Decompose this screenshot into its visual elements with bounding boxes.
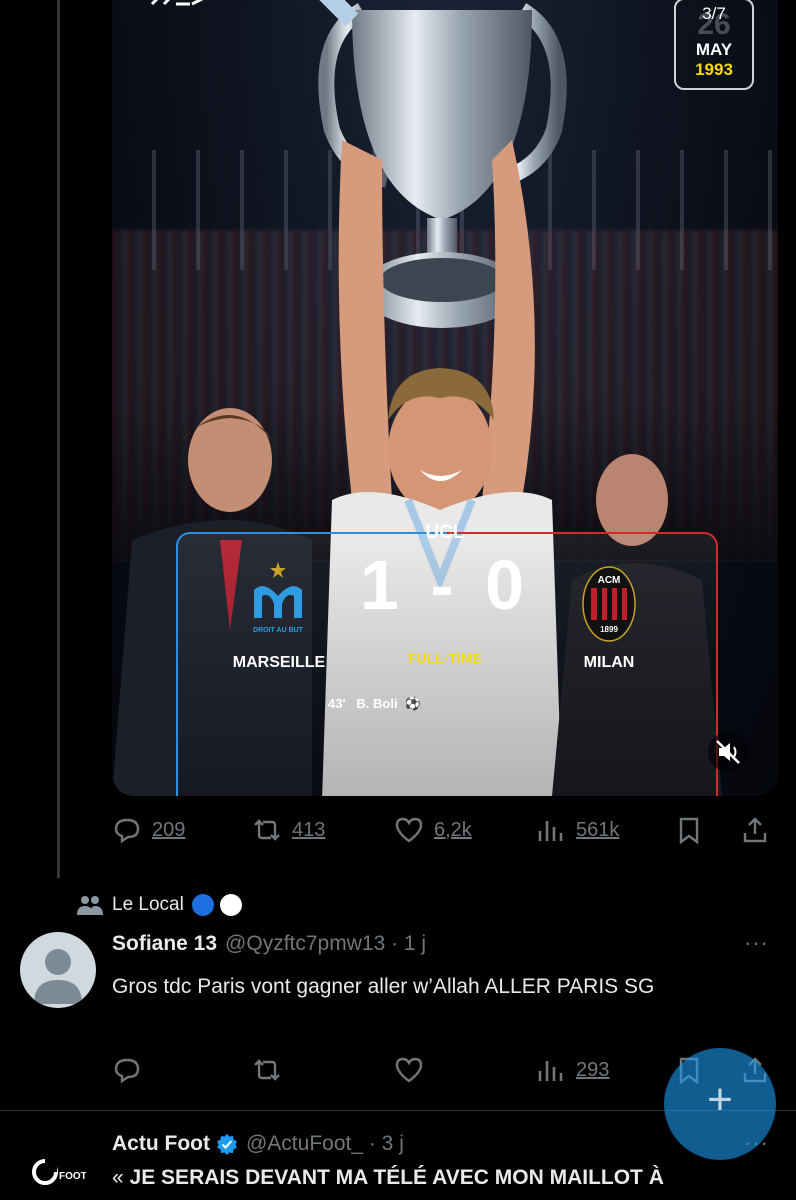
- repost-icon: [254, 819, 280, 841]
- goal-scorer: 43' B. Boli ⚽: [328, 696, 421, 712]
- away-team-name: MILAN: [583, 654, 635, 671]
- mute-button[interactable]: [708, 732, 748, 772]
- reply-header: Sofiane 13 @Qyzftc7pmw13 · 1 j: [112, 932, 426, 956]
- plus-icon: +: [707, 1075, 733, 1124]
- reply-button[interactable]: [112, 1050, 142, 1090]
- actu-foot-avatar[interactable]: FOOT: [32, 1158, 87, 1190]
- like-count: 6,2k: [434, 818, 472, 841]
- svg-text:DROIT AU BUT: DROIT AU BUT: [253, 627, 304, 634]
- reply-icon: [114, 1058, 140, 1084]
- post-action-bar: 209 413 6,2k 561k: [112, 810, 792, 850]
- competition-label: UCL: [425, 522, 465, 543]
- views-button[interactable]: 561k: [536, 810, 619, 850]
- reply-icon: [114, 818, 140, 844]
- reply-count: 209: [152, 818, 186, 841]
- community-context[interactable]: Le Local: [76, 893, 242, 917]
- svg-text:ACM: ACM: [598, 575, 621, 586]
- author-handle[interactable]: @Qyzftc7pmw13 · 1 j: [225, 932, 426, 956]
- white-circle-emoji: [219, 894, 242, 916]
- svg-text:FOOT: FOOT: [59, 1171, 86, 1182]
- date-year: 1993: [695, 60, 733, 79]
- goal-minute: 43': [328, 696, 346, 711]
- slide-counter: 3/7: [702, 4, 726, 23]
- views-button[interactable]: 293: [536, 1050, 609, 1090]
- date-badge: 26 3/7 MAY 1993: [674, 0, 754, 90]
- author-handle[interactable]: @ActuFoot_ · 3 j: [246, 1132, 404, 1156]
- analytics-icon: [538, 1061, 563, 1081]
- repost-button[interactable]: [252, 1050, 282, 1090]
- goal-scorer-name: B. Boli: [356, 696, 398, 711]
- like-button[interactable]: 6,2k: [394, 810, 472, 850]
- bookmark-button[interactable]: [674, 810, 704, 850]
- reply-button[interactable]: 209: [112, 810, 185, 850]
- share-icon: [743, 817, 767, 843]
- repost-icon: [254, 1059, 280, 1081]
- reply-text: Gros tdc Paris vont gagner aller w’Allah…: [112, 975, 655, 998]
- blue-circle-emoji: [191, 894, 214, 916]
- actu-foot-logo: FOOT: [32, 1158, 87, 1185]
- default-avatar-icon: [34, 949, 82, 1004]
- views-count: 293: [576, 1058, 610, 1081]
- match-score: 1 - 0: [359, 546, 531, 624]
- repost-count: 413: [292, 818, 326, 841]
- speaker-muted-icon: [716, 740, 740, 764]
- author-name[interactable]: Actu Foot: [112, 1132, 210, 1156]
- quote-mark: «: [112, 1166, 124, 1189]
- bookmark-icon: [679, 817, 699, 845]
- people-icon: [77, 896, 103, 915]
- home-team-name: MARSEILLE: [232, 654, 326, 671]
- date-month: MAY: [695, 40, 733, 59]
- more-options-button[interactable]: ···: [744, 930, 769, 956]
- next-tweet-text: « JE SERAIS DEVANT MA TÉLÉ AVEC MON MAIL…: [112, 1166, 664, 1190]
- author-name[interactable]: Sofiane 13: [112, 932, 217, 956]
- avatar[interactable]: [20, 932, 96, 1008]
- views-count: 561k: [576, 818, 620, 841]
- verified-badge-icon: [216, 1134, 237, 1155]
- next-tweet-body: JE SERAIS DEVANT MA TÉLÉ AVEC MON MAILLO…: [129, 1166, 664, 1189]
- post-media[interactable]: 26 3/7 MAY 1993 UCL 1 - 0 FULL-TIME DROI…: [112, 0, 778, 796]
- brand-logo: [150, 0, 204, 6]
- next-tweet-header: Actu Foot @ActuFoot_ · 3 j: [112, 1132, 404, 1156]
- ball-icon: ⚽: [404, 696, 421, 711]
- share-button[interactable]: [740, 810, 770, 850]
- heart-icon: [395, 817, 423, 843]
- community-label: Le Local: [112, 894, 184, 915]
- repost-button[interactable]: 413: [252, 810, 325, 850]
- milan-crest-icon: ACM 1899: [582, 566, 636, 642]
- analytics-icon: [538, 821, 563, 841]
- like-button[interactable]: [394, 1050, 424, 1090]
- thread-line: [57, 0, 60, 878]
- svg-text:1899: 1899: [600, 625, 618, 634]
- compose-post-button[interactable]: +: [664, 1048, 776, 1160]
- heart-icon: [395, 1057, 423, 1083]
- marseille-crest-icon: DROIT AU BUT: [253, 562, 304, 634]
